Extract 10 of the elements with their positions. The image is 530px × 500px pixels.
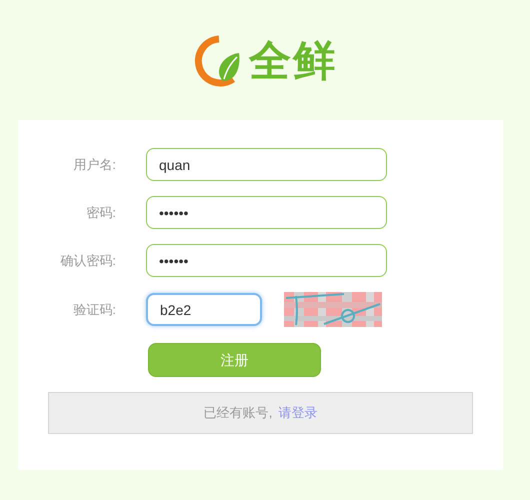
field-label: 用户名:: [72, 156, 117, 174]
logo-text: 全鲜: [249, 40, 337, 82]
input-field[interactable]: ••••••: [146, 196, 387, 229]
captcha-field[interactable]: b2e2: [146, 293, 262, 326]
field-label: 确认密码:: [59, 252, 117, 270]
login-prompt-text: 已经有账号,: [204, 404, 272, 422]
field-label: 验证码:: [72, 300, 117, 319]
input-field[interactable]: ••••••: [146, 244, 387, 277]
field-label: 密码:: [85, 204, 117, 222]
input-field[interactable]: quan: [146, 148, 387, 181]
